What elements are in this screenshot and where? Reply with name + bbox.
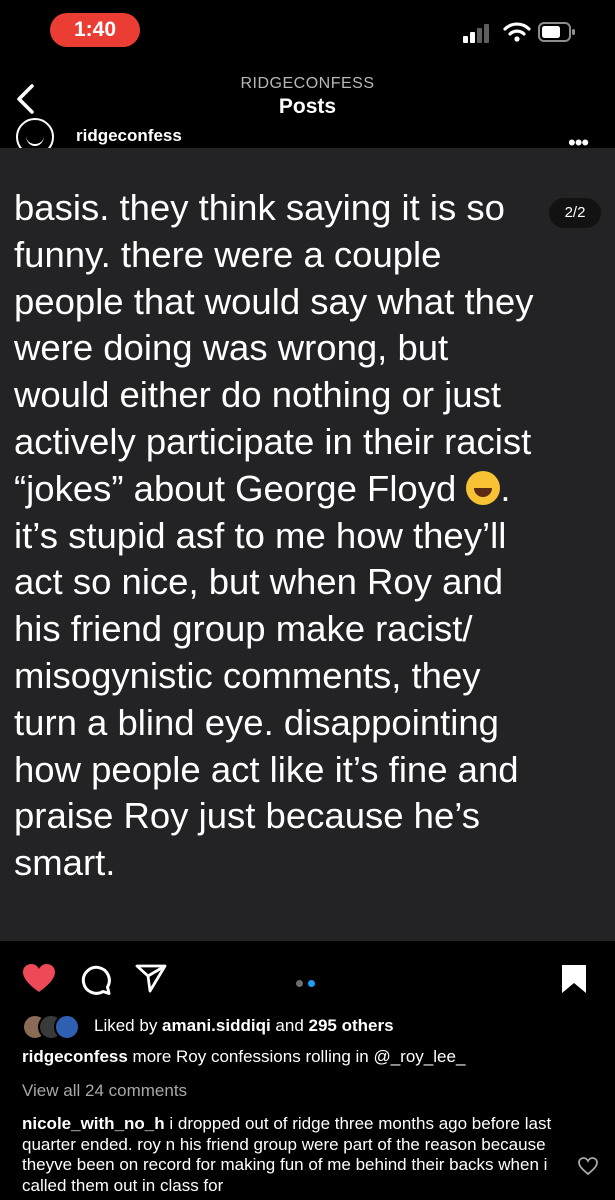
carousel-dot xyxy=(296,980,303,987)
confession-text: basis. they think saying it is so funny.… xyxy=(14,185,610,887)
confession-line: it’s stupid asf to me how they’ll xyxy=(14,514,507,556)
post-actions xyxy=(0,941,615,1013)
status-bar: 1:40 xyxy=(0,0,615,62)
confession-line: would either do nothing or just xyxy=(14,374,501,416)
confession-line: basis. they think saying it is so xyxy=(14,187,505,228)
heart-filled-icon[interactable] xyxy=(22,963,56,993)
confession-line: misogynistic comments, they xyxy=(14,654,481,696)
confession-line: praise Roy just because he’s xyxy=(14,795,480,837)
post-image[interactable]: basis. they think saying it is so funny.… xyxy=(0,148,615,941)
comment-icon[interactable] xyxy=(80,964,112,996)
confession-line: funny. there were a couple xyxy=(14,233,442,275)
comment-username[interactable]: nicole_with_no_h xyxy=(22,1114,165,1133)
rolling-laughing-emoji-icon xyxy=(466,470,501,505)
likes-middle: and xyxy=(270,1016,309,1035)
liker-username[interactable]: amani.siddiqi xyxy=(162,1016,271,1035)
share-icon[interactable] xyxy=(135,963,167,993)
likes-text: Liked by amani.siddiqi and 295 others xyxy=(94,1016,394,1036)
confession-line: “jokes” about George Floyd . xyxy=(14,466,610,513)
carousel-page-indicator: 2/2 xyxy=(549,198,601,228)
confession-line: people that would say what they xyxy=(14,280,534,322)
comment: nicole_with_no_h i dropped out of ridge … xyxy=(22,1114,557,1196)
likes-others[interactable]: 295 others xyxy=(309,1016,394,1035)
confession-line-text: “jokes” about George Floyd xyxy=(14,467,467,509)
caption-text: more Roy confessions rolling in @_roy_le… xyxy=(127,1047,466,1066)
wifi-icon xyxy=(503,22,531,42)
heart-outline-icon[interactable] xyxy=(578,1157,598,1175)
avatar xyxy=(54,1014,80,1040)
bookmark-icon[interactable] xyxy=(560,963,588,995)
battery-icon xyxy=(538,22,575,42)
liker-avatars xyxy=(22,1012,92,1040)
post-username[interactable]: ridgeconfess xyxy=(76,126,182,146)
cellular-signal-icon xyxy=(463,24,489,43)
confession-line-tail: . xyxy=(500,467,511,509)
confession-line: turn a blind eye. disappointing xyxy=(14,701,499,743)
carousel-dot-active xyxy=(308,980,315,987)
likes-prefix: Liked by xyxy=(94,1016,163,1035)
view-all-comments-link[interactable]: View all 24 comments xyxy=(22,1081,187,1101)
confession-line: his friend group make racist/ xyxy=(14,608,473,650)
confession-line: how people act like it’s fine and xyxy=(14,748,519,790)
status-time[interactable]: 1:40 xyxy=(50,13,140,47)
confession-line: smart. xyxy=(14,842,116,884)
nav-account-name: RIDGECONFESS xyxy=(240,75,375,92)
confession-line: were doing was wrong, but xyxy=(14,327,449,369)
confession-line: actively participate in their racist xyxy=(14,420,532,462)
carousel-dots xyxy=(296,974,320,992)
confession-line: act so nice, but when Roy and xyxy=(14,561,503,603)
caption-username[interactable]: ridgeconfess xyxy=(22,1047,128,1066)
post-caption: ridgeconfess more Roy confessions rollin… xyxy=(22,1047,465,1067)
